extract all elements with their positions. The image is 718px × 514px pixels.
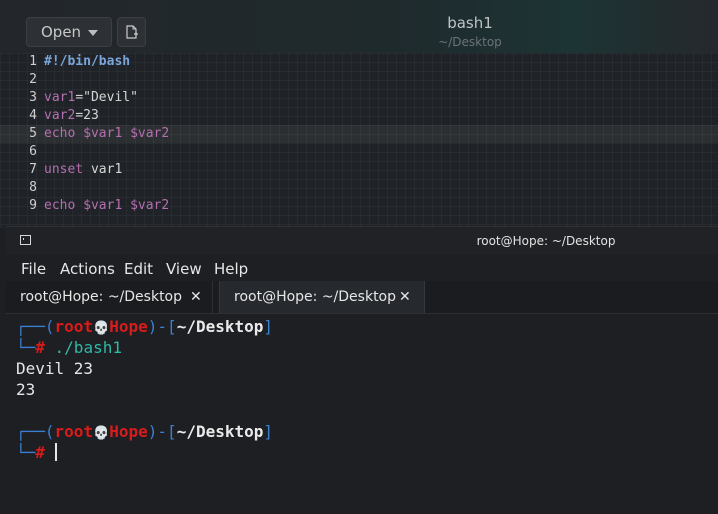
code-line: 7 unset var1 — [0, 161, 718, 179]
code-text: var1="Devil" — [44, 89, 138, 107]
prompt-frame: ┌──( — [16, 317, 55, 336]
prompt-hash: # — [35, 338, 45, 357]
prompt-user: root — [54, 422, 94, 441]
line-number: 8 — [29, 180, 37, 195]
code-token: $var1 $var2 — [75, 126, 170, 141]
code-token: echo — [44, 198, 76, 213]
code-token: 23 — [83, 108, 99, 123]
prompt-path: ~/Desktop — [176, 422, 264, 441]
menu-view[interactable]: View — [166, 260, 202, 278]
tab-label: root@Hope: ~/Desktop — [234, 289, 397, 305]
line-number: 2 — [29, 72, 37, 87]
skull-icon: 💀 — [93, 321, 110, 336]
text-cursor — [54, 443, 57, 461]
code-line: 8 — [0, 179, 718, 197]
open-button-label: Open — [41, 23, 82, 41]
prompt-path: ~/Desktop — [176, 317, 264, 336]
code-line: 1 #!/bin/bash — [0, 53, 718, 71]
prompt-user: root — [54, 317, 94, 336]
menu-actions[interactable]: Actions — [60, 260, 115, 278]
prompt-frame: └─ — [16, 443, 36, 462]
code-line: 3 var1="Devil" — [0, 89, 718, 107]
new-document-button[interactable] — [117, 17, 146, 47]
prompt-line-bottom: └─# ./bash1 — [16, 337, 122, 358]
prompt-frame: ┌──( — [16, 422, 55, 441]
code-text: echo $var1 $var2 — [44, 197, 169, 215]
menu-edit[interactable]: Edit — [124, 260, 153, 278]
prompt-frame: )-[ — [147, 317, 177, 336]
code-token: var2 — [44, 108, 76, 123]
document-title: bash1 — [447, 14, 493, 32]
code-token: echo — [44, 126, 76, 141]
output-line: Devil 23 — [16, 359, 94, 378]
terminal-titlebar[interactable]: root@Hope: ~/Desktop — [6, 227, 718, 255]
menu-bar: File Actions Edit View Help — [6, 255, 718, 281]
text-editor-window: Open bash1 ~/Desktop 1 #!/bin/bash 2 3 v… — [0, 0, 718, 228]
prompt-line-top: ┌──(root💀Hope)-[~/Desktop] — [16, 421, 273, 444]
prompt-hash: # — [35, 443, 45, 462]
code-line-current: 5 echo $var1 $var2 — [0, 125, 718, 143]
line-number: 5 — [29, 126, 37, 141]
prompt-line-bottom: └─# — [16, 442, 57, 463]
tab-bar: root@Hope: ~/Desktop ✕ root@Hope: ~/Desk… — [6, 281, 718, 314]
close-icon[interactable]: ✕ — [190, 281, 202, 313]
code-text: unset var1 — [44, 161, 122, 179]
prompt-frame: ] — [263, 422, 274, 441]
prompt-host: Hope — [109, 422, 148, 441]
tab-terminal-1[interactable]: root@Hope: ~/Desktop ✕ — [6, 281, 213, 313]
menu-file[interactable]: File — [21, 260, 46, 278]
tab-terminal-2[interactable]: root@Hope: ~/Desktop ✕ — [219, 281, 425, 313]
code-area[interactable]: 1 #!/bin/bash 2 3 var1="Devil" 4 var2=23… — [0, 53, 718, 228]
code-token: var1 — [83, 162, 123, 177]
line-number: 7 — [29, 162, 37, 177]
code-token: = — [75, 108, 84, 123]
terminal-title: root@Hope: ~/Desktop — [476, 234, 616, 248]
code-token: unset — [44, 162, 84, 177]
prompt-frame: ] — [263, 317, 274, 336]
command-text: ./bash1 — [44, 338, 122, 357]
code-text: echo $var1 $var2 — [44, 125, 169, 143]
line-number: 9 — [29, 198, 37, 213]
editor-header-bar: Open bash1 ~/Desktop — [0, 0, 718, 53]
code-token: = — [75, 90, 84, 105]
code-token: var1 — [44, 90, 76, 105]
code-line: 9 echo $var1 $var2 — [0, 197, 718, 215]
chevron-down-icon — [88, 30, 98, 36]
code-token: $var1 $var2 — [75, 198, 170, 213]
code-line: 6 — [0, 143, 718, 161]
output-line: 23 — [16, 380, 36, 399]
code-text: #!/bin/bash — [44, 53, 130, 71]
line-number: 6 — [29, 144, 37, 159]
tab-label: root@Hope: ~/Desktop — [20, 289, 183, 305]
prompt-frame: )-[ — [147, 422, 177, 441]
new-document-icon — [126, 25, 138, 39]
skull-icon: 💀 — [93, 426, 110, 441]
close-icon[interactable]: ✕ — [399, 281, 411, 313]
terminal-icon — [20, 235, 31, 245]
menu-help[interactable]: Help — [214, 260, 248, 278]
terminal-window: root@Hope: ~/Desktop File Actions Edit V… — [6, 226, 718, 514]
code-text: var2=23 — [44, 107, 99, 125]
document-path: ~/Desktop — [438, 35, 502, 49]
code-token: #!/bin/bash — [44, 54, 131, 69]
code-line: 2 — [0, 71, 718, 89]
line-number: 4 — [29, 108, 37, 123]
line-number: 3 — [29, 90, 37, 105]
code-line: 4 var2=23 — [0, 107, 718, 125]
line-number: 1 — [29, 54, 37, 69]
code-token: "Devil" — [83, 90, 138, 105]
prompt-frame: └─ — [16, 338, 36, 357]
prompt-host: Hope — [109, 317, 148, 336]
prompt-line-top: ┌──(root💀Hope)-[~/Desktop] — [16, 316, 273, 339]
open-button[interactable]: Open — [26, 17, 112, 47]
terminal-output[interactable]: ┌──(root💀Hope)-[~/Desktop] └─# ./bash1 D… — [6, 314, 718, 514]
